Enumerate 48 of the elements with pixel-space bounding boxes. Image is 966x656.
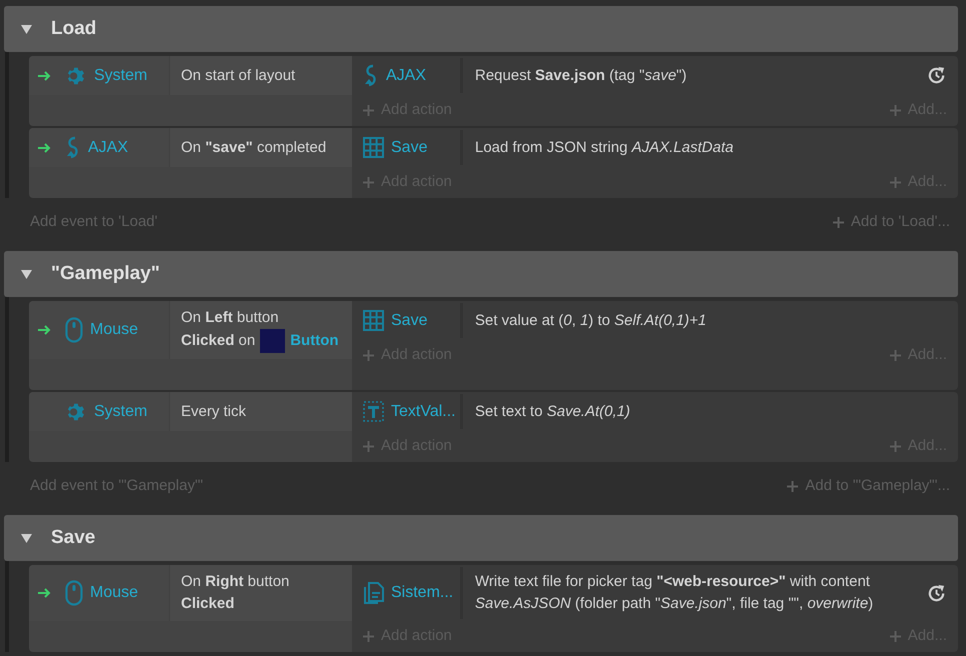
plus-icon — [363, 105, 374, 116]
plus-icon — [363, 631, 374, 642]
object-name[interactable]: Sistem... — [391, 581, 454, 605]
action-text[interactable]: Set value at (0,1) to Self.At(0,1)+1 — [475, 310, 946, 332]
grid-icon — [363, 310, 384, 331]
plus-icon — [890, 105, 901, 116]
plus-icon — [890, 177, 901, 188]
text-frame-icon — [363, 401, 384, 422]
condition-text[interactable]: On Left button — [181, 307, 279, 329]
group-title: "Gameplay" — [51, 262, 160, 286]
plus-icon — [363, 350, 374, 361]
plus-icon — [890, 441, 901, 452]
group-header[interactable]: "Gameplay" — [4, 251, 958, 297]
mouse-icon — [65, 317, 83, 343]
action-text[interactable]: Write text file for picker tag "<web-resource>" with content Save.AsJSON (folder path "Save.json", file tag "", overwrite) — [475, 571, 927, 615]
group-title: Load — [51, 16, 96, 41]
action-text[interactable]: Request Save.json (tag "save") — [475, 64, 927, 86]
action-text[interactable]: Load from JSON string AJAX.LastData — [475, 136, 946, 158]
condition-text[interactable]: On Right button — [181, 571, 290, 593]
group-title: Save — [51, 526, 96, 550]
condition-text[interactable]: Clicked on — [181, 330, 256, 352]
object-name[interactable]: System — [94, 64, 148, 88]
object-name[interactable]: Save — [391, 136, 428, 160]
object-name[interactable]: Save — [391, 308, 428, 332]
condition-text[interactable]: Clicked — [181, 593, 234, 615]
object-name[interactable]: Mouse — [90, 318, 138, 342]
object-link[interactable]: Button — [290, 330, 339, 352]
object-name[interactable]: AJAX — [386, 64, 426, 88]
plus-icon — [890, 350, 901, 361]
plus-icon — [890, 631, 901, 642]
plus-icon — [363, 177, 374, 188]
sprite-thumbnail-icon — [260, 329, 286, 353]
grid-icon — [363, 137, 384, 158]
collapse-triangle-icon[interactable] — [21, 270, 32, 278]
group-header[interactable]: Save — [4, 515, 958, 561]
mouse-icon — [65, 580, 83, 606]
plus-icon — [787, 480, 798, 492]
object-name[interactable]: TextVal... — [391, 400, 456, 424]
plus-icon — [832, 216, 844, 228]
action-text[interactable]: Set text to Save.At(0,1) — [475, 400, 946, 422]
plus-icon — [363, 441, 374, 452]
group-header[interactable]: Load — [4, 6, 958, 52]
collapse-triangle-icon[interactable] — [21, 24, 32, 34]
object-name[interactable]: System — [94, 400, 148, 424]
object-name[interactable]: Mouse — [90, 581, 138, 605]
object-name[interactable]: AJAX — [88, 136, 128, 160]
document-icon — [363, 581, 384, 605]
collapse-triangle-icon[interactable] — [21, 534, 32, 542]
